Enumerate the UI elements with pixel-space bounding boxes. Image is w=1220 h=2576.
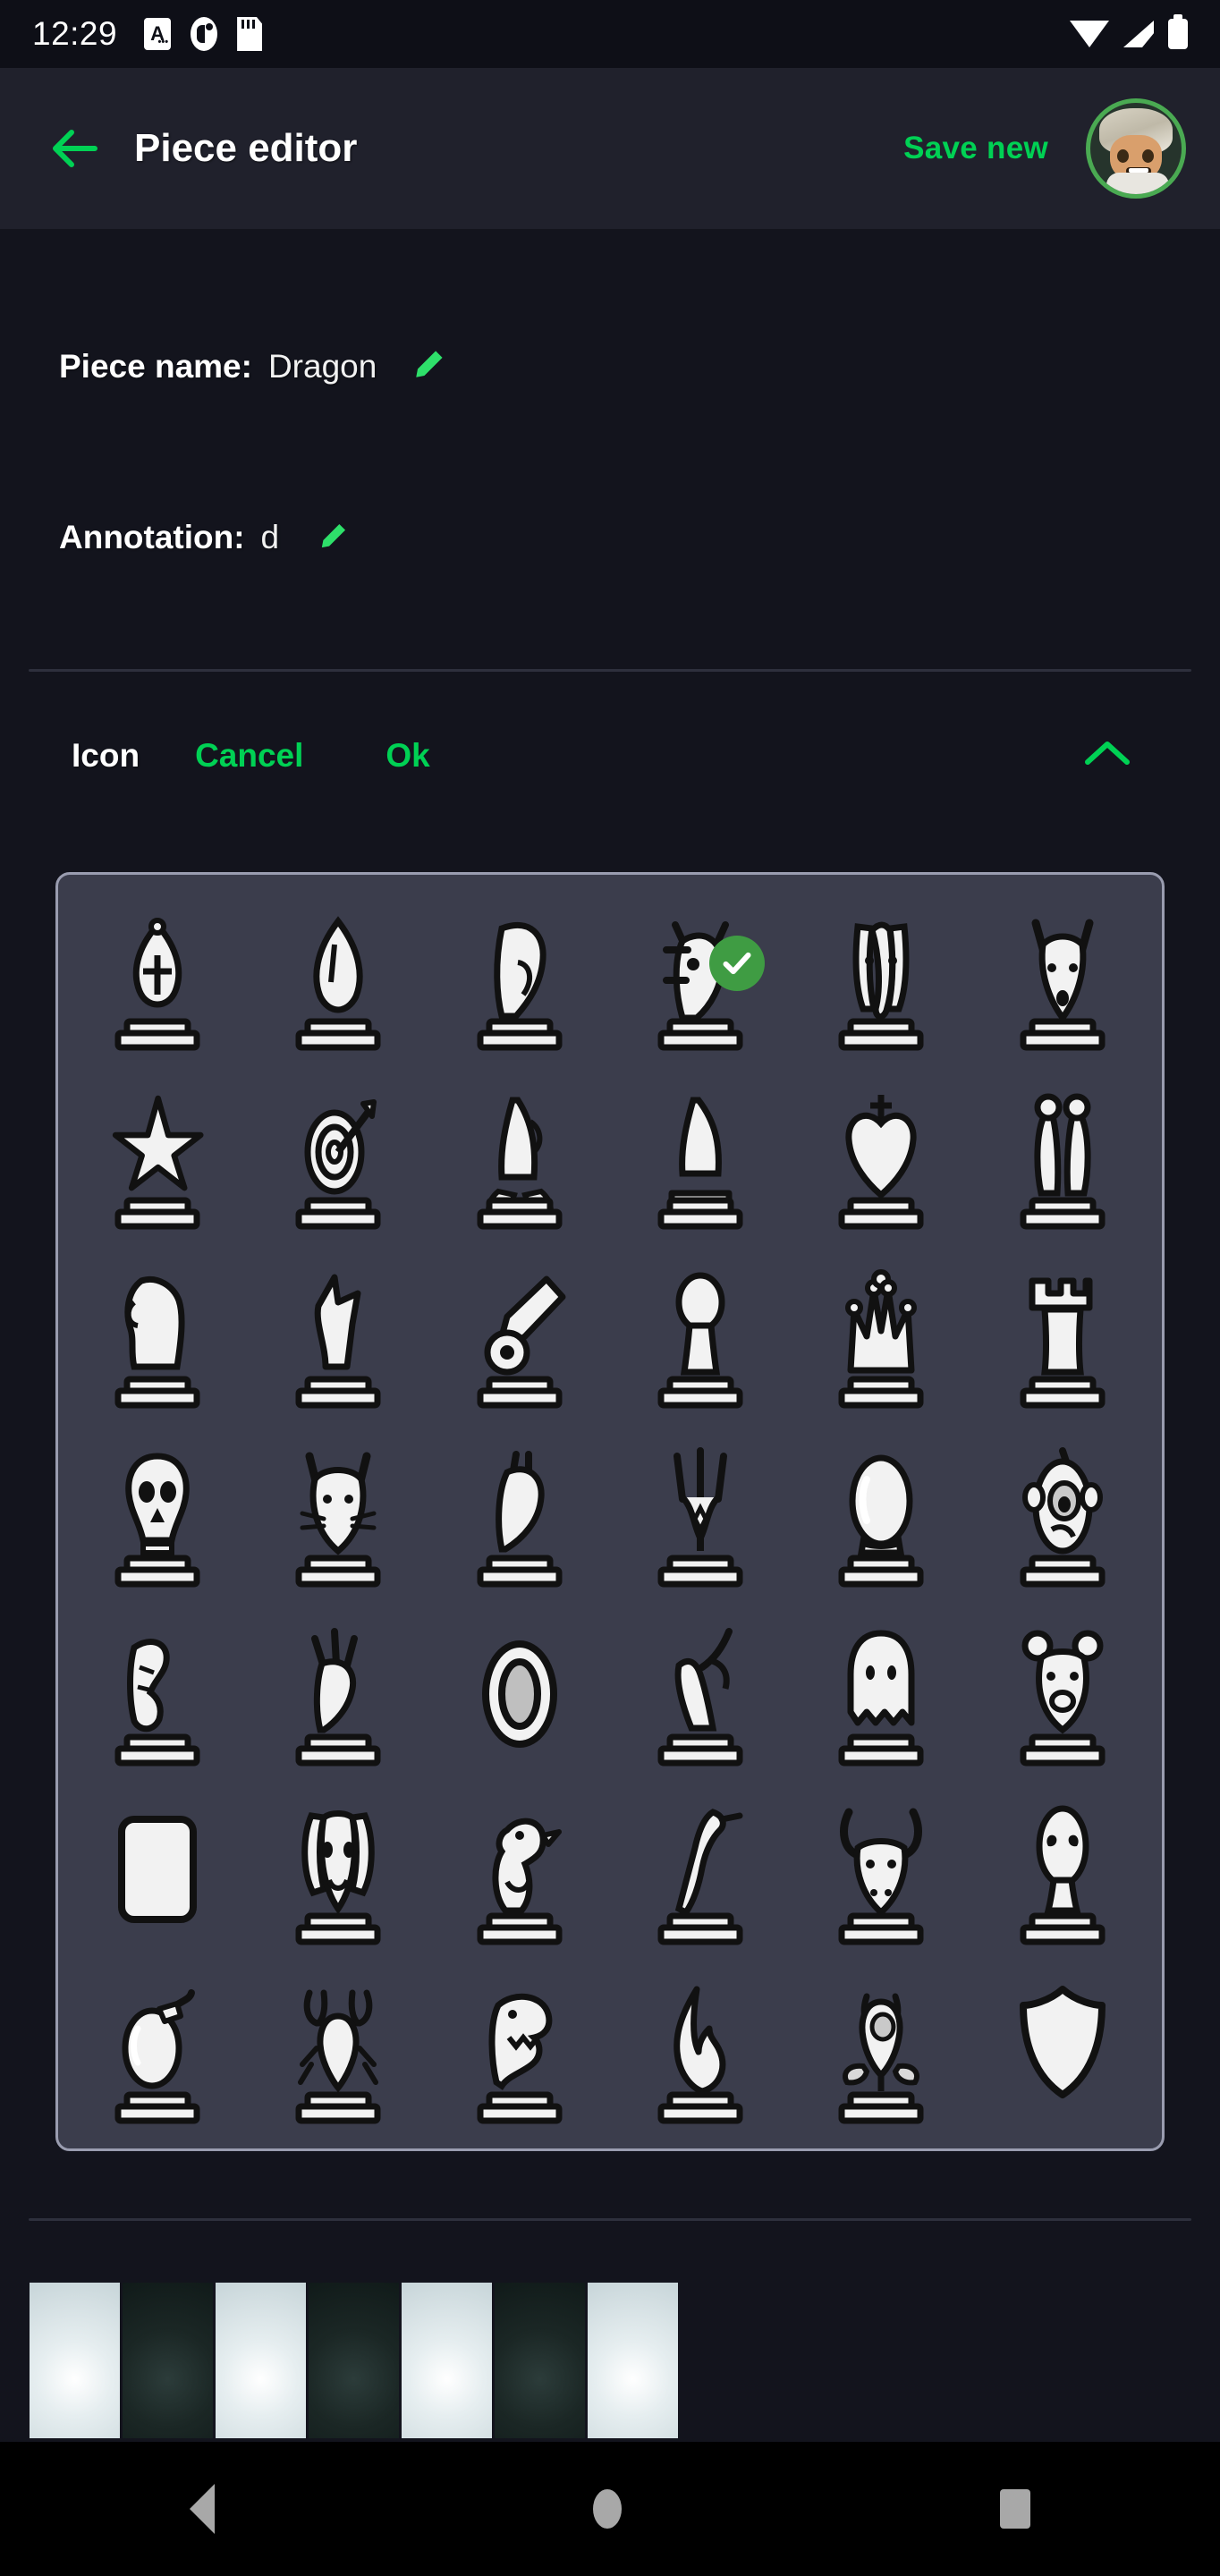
dinosaur-icon[interactable] xyxy=(448,1973,591,2134)
divider-top xyxy=(29,669,1191,672)
knight-tower-icon[interactable] xyxy=(629,1079,772,1240)
app-notification-icon: A ••• xyxy=(144,18,172,50)
sdcard-icon xyxy=(237,17,263,51)
color-swatch-strip xyxy=(30,2283,678,2438)
icon-grid-panel xyxy=(55,872,1165,2151)
target-arrow-icon[interactable] xyxy=(267,1079,410,1240)
annotation-label: Annotation: xyxy=(59,519,245,555)
bomb-icon[interactable] xyxy=(86,1973,229,2134)
avatar[interactable] xyxy=(1086,98,1186,199)
flame-icon[interactable] xyxy=(629,1973,772,2134)
swatch-dark-3[interactable] xyxy=(495,2283,585,2438)
cyclops-icon[interactable] xyxy=(991,1436,1134,1597)
blank-square-icon[interactable] xyxy=(86,1794,229,1955)
crab-icon[interactable] xyxy=(267,1973,410,2134)
piece-name-edit-pencil-icon[interactable] xyxy=(412,347,446,386)
icon-grid xyxy=(67,891,1153,2132)
pawn-icon[interactable] xyxy=(629,1258,772,1419)
swatch-dark-2[interactable] xyxy=(309,2283,399,2438)
ring-icon[interactable] xyxy=(448,1615,591,1776)
status-right-icons xyxy=(1070,14,1188,49)
cat-icon[interactable] xyxy=(267,1436,410,1597)
back-arrow-icon[interactable] xyxy=(45,120,102,177)
status-clock: 12:29 xyxy=(32,15,118,52)
knight-angular-icon[interactable] xyxy=(267,1258,410,1419)
icon-section-label: Icon xyxy=(72,737,140,774)
bishop-icon[interactable] xyxy=(267,900,410,1061)
wolf-head-icon[interactable] xyxy=(991,900,1134,1061)
swatch-light-3[interactable] xyxy=(402,2283,492,2438)
swatch-light-2[interactable] xyxy=(216,2283,306,2438)
twin-figures-icon[interactable] xyxy=(991,1079,1134,1240)
cancel-button[interactable]: Cancel xyxy=(195,737,303,775)
bear-icon[interactable] xyxy=(991,1615,1134,1776)
howling-wolf-icon[interactable] xyxy=(86,1615,229,1776)
cannon-icon[interactable] xyxy=(448,1258,591,1419)
rose-icon[interactable] xyxy=(809,1973,953,2134)
shield-icon[interactable] xyxy=(991,1973,1134,2134)
heron-icon[interactable] xyxy=(629,1794,772,1955)
piece-name-value: Dragon xyxy=(267,347,377,385)
dragon-icon[interactable] xyxy=(629,900,772,1061)
selected-check-icon xyxy=(709,936,766,991)
oval-notification-icon xyxy=(191,17,218,51)
alien-icon[interactable] xyxy=(991,1794,1134,1955)
knight-icon[interactable] xyxy=(86,1258,229,1419)
annotation-row: Annotation: d xyxy=(59,519,349,556)
icon-section-header: Icon Cancel Ok xyxy=(0,716,1220,796)
skull-icon[interactable] xyxy=(86,1436,229,1597)
bishop-cross-icon[interactable] xyxy=(86,900,229,1061)
wifi-icon xyxy=(1070,21,1109,47)
knight-tassel-icon[interactable] xyxy=(448,1079,591,1240)
orb-icon[interactable] xyxy=(809,1436,953,1597)
status-left-icons: A ••• xyxy=(144,17,263,51)
duck-icon[interactable] xyxy=(448,1794,591,1955)
swatch-light-4[interactable] xyxy=(588,2283,678,2438)
nav-recents-icon[interactable] xyxy=(1000,2489,1031,2529)
save-new-button[interactable]: Save new xyxy=(903,131,1048,166)
chevron-up-icon[interactable] xyxy=(1084,739,1131,774)
annotation-edit-pencil-icon[interactable] xyxy=(318,521,349,555)
battery-icon xyxy=(1168,14,1188,49)
star-icon[interactable] xyxy=(86,1079,229,1240)
king-heart-icon[interactable] xyxy=(809,1079,953,1240)
elephant-icon[interactable] xyxy=(809,900,953,1061)
divider-bottom xyxy=(29,2218,1191,2221)
leaping-deer-icon[interactable] xyxy=(629,1615,772,1776)
ghost-icon[interactable] xyxy=(809,1615,953,1776)
queen-icon[interactable] xyxy=(809,1258,953,1419)
piece-name-row: Piece name: Dragon xyxy=(59,347,446,386)
bull-icon[interactable] xyxy=(809,1794,953,1955)
dog-icon[interactable] xyxy=(267,1794,410,1955)
android-nav-bar xyxy=(0,2442,1220,2576)
screen-root: 12:29 A ••• Piece editor Save new Piece … xyxy=(0,0,1220,2576)
swatch-light-1[interactable] xyxy=(30,2283,120,2438)
annotation-value: d xyxy=(260,519,280,555)
piece-name-label: Piece name: xyxy=(59,347,252,385)
rook-icon[interactable] xyxy=(991,1258,1134,1419)
nav-back-icon[interactable] xyxy=(189,2484,215,2534)
status-bar: 12:29 A ••• xyxy=(0,0,1220,68)
horse-head-icon[interactable] xyxy=(448,1436,591,1597)
cellular-signal-icon xyxy=(1123,21,1154,47)
ok-button[interactable]: Ok xyxy=(385,737,429,775)
trident-icon[interactable] xyxy=(629,1436,772,1597)
swatch-dark-1[interactable] xyxy=(123,2283,213,2438)
crowned-horse-icon[interactable] xyxy=(267,1615,410,1776)
page-title: Piece editor xyxy=(134,126,358,170)
app-bar: Piece editor Save new xyxy=(0,68,1220,229)
knight-helmet-icon[interactable] xyxy=(448,900,591,1061)
nav-home-icon[interactable] xyxy=(592,2489,622,2529)
